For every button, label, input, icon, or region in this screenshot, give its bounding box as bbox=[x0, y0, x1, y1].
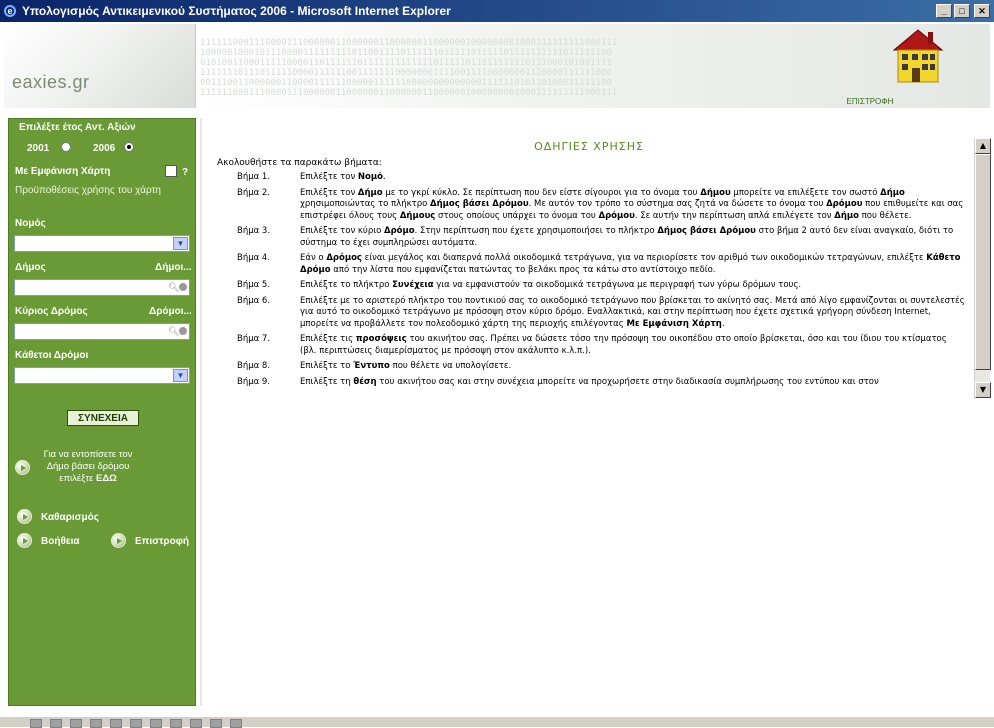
clear-button[interactable] bbox=[17, 509, 32, 524]
window-title: Υπολογισμός Αντικειμενικού Συστήματος 20… bbox=[22, 4, 451, 18]
chevron-down-icon[interactable]: ▼ bbox=[173, 369, 188, 382]
minimize-button[interactable]: _ bbox=[936, 4, 952, 18]
road-label: Κύριος Δρόμος bbox=[15, 306, 88, 317]
step-row: Βήμα 2. Επιλέξτε τον Δήμο με το γκρί κύκλ… bbox=[237, 188, 965, 223]
dimos-input[interactable]: 🔍︎ bbox=[14, 279, 190, 296]
step-text: Επιλέξτε το πλήκτρο Συνέχεια για να εμφα… bbox=[300, 280, 802, 290]
house-icon[interactable] bbox=[888, 26, 948, 86]
road-input[interactable]: 🔍︎ bbox=[14, 323, 190, 340]
step-text: Επιλέξτε τη θέση του ακινήτου σας και στ… bbox=[300, 376, 879, 387]
map-prereq-link[interactable]: Προϋποθέσεις χρήσης του χάρτη bbox=[15, 185, 161, 196]
cross-roads-select[interactable]: ▼ bbox=[14, 367, 190, 384]
help-label[interactable]: Βοήθεια bbox=[41, 536, 80, 547]
instructions-panel: ΟΔΗΓΙΕΣ ΧΡΗΣΗΣ Ακολουθήστε τα παρακάτω β… bbox=[200, 118, 991, 706]
locate-by-road-text: Για να εντοπίσετε τον Δήμο βάσει δρόμου … bbox=[33, 449, 143, 485]
search-sidebar: Επιλέξτε έτος Αντ. Αξιών 2001 2006 Με Εμ… bbox=[8, 118, 196, 706]
search-icon[interactable]: 🔍︎ bbox=[168, 326, 179, 336]
step-text: Επιλέξτε τον Νομό. bbox=[300, 172, 386, 182]
continue-button[interactable]: ΣΥΝΕΧΕΙΑ bbox=[67, 410, 139, 426]
close-button[interactable]: ✕ bbox=[974, 4, 990, 18]
year-2001-radio[interactable] bbox=[61, 142, 71, 152]
map-label: Με Εμφάνιση Χάρτη bbox=[15, 166, 111, 177]
step-row: Βήμα 1. Επιλέξτε τον Νομό. bbox=[237, 172, 965, 184]
instructions-scrollbar[interactable]: ▲ ▼ bbox=[974, 138, 991, 398]
windows-taskbar bbox=[0, 716, 994, 728]
road-list-link[interactable]: Δρόμοι... bbox=[149, 306, 192, 317]
dimos-list-link[interactable]: Δήμοι... bbox=[155, 262, 192, 273]
dimos-label: Δήμος bbox=[15, 262, 46, 273]
step-row: Βήμα 4. Εάν ο Δρόμος είναι μεγάλος και δι… bbox=[237, 253, 965, 276]
step-number: Βήμα 8. bbox=[237, 361, 271, 371]
year-label: Επιλέξτε έτος Αντ. Αξιών bbox=[19, 122, 136, 133]
maximize-button[interactable]: □ bbox=[954, 4, 970, 18]
return-button[interactable] bbox=[111, 533, 126, 548]
cross-roads-label: Κάθετοι Δρόμοι bbox=[15, 350, 89, 361]
map-help-link[interactable]: ? bbox=[182, 167, 188, 178]
help-button[interactable] bbox=[17, 533, 32, 548]
step-row: Βήμα 8. Επιλέξτε το Έντυπο που θέλετε να … bbox=[237, 361, 965, 373]
step-row: Βήμα 3. Επιλέξτε τον κύριο Δρόμο. Στην πε… bbox=[237, 226, 965, 249]
header-banner: 1111110001110000111000000110000001100000… bbox=[200, 24, 990, 108]
window-titlebar: e Υπολογισμός Αντικειμενικού Συστήματος … bbox=[0, 0, 994, 22]
nomos-select[interactable]: ▼ bbox=[14, 235, 190, 252]
step-text: Επιλέξτε τον Δήμο με το γκρί κύκλο. Σε π… bbox=[300, 187, 964, 221]
site-logo[interactable]: eaxies.gr bbox=[12, 72, 90, 93]
year-2001-label: 2001 bbox=[27, 143, 50, 154]
instructions-title: ΟΔΗΓΙΕΣ ΧΡΗΣΗΣ bbox=[534, 140, 644, 153]
gray-circle-button[interactable] bbox=[179, 327, 187, 335]
step-number: Βήμα 5. bbox=[237, 280, 271, 290]
step-text: Επιλέξτε με το αριστερό πλήκτρο του ποντ… bbox=[300, 295, 965, 329]
show-map-checkbox[interactable] bbox=[165, 165, 177, 177]
svg-text:e: e bbox=[7, 6, 12, 16]
ie-icon: e bbox=[2, 3, 18, 19]
step-number: Βήμα 9. bbox=[237, 376, 271, 387]
binary-decoration: 1111110001110000111000000110000001100000… bbox=[200, 38, 618, 98]
locate-by-road-button[interactable] bbox=[15, 460, 30, 475]
step-number: Βήμα 1. bbox=[237, 172, 271, 182]
step-number: Βήμα 2. bbox=[237, 187, 271, 198]
step-number: Βήμα 6. bbox=[237, 295, 271, 306]
gray-circle-button[interactable] bbox=[179, 283, 187, 291]
step-row: Βήμα 5. Επιλέξτε το πλήκτρο Συνέχεια για … bbox=[237, 280, 965, 292]
chevron-down-icon[interactable]: ▼ bbox=[173, 237, 188, 250]
locate-line-1: Για να εντοπίσετε τον bbox=[43, 449, 133, 460]
return-label[interactable]: Επιστροφή bbox=[135, 536, 189, 547]
scroll-down-button[interactable]: ▼ bbox=[975, 382, 991, 398]
logo-area: eaxies.gr bbox=[4, 24, 196, 108]
year-2006-radio[interactable] bbox=[124, 142, 134, 152]
search-icon[interactable]: 🔍︎ bbox=[168, 282, 179, 292]
locate-line-3: επιλέξτε bbox=[59, 473, 94, 484]
scroll-up-button[interactable]: ▲ bbox=[975, 138, 991, 154]
step-row: Βήμα 9. Επιλέξτε τη θέση του ακινήτου σας… bbox=[237, 377, 965, 389]
step-text: Επιλέξτε τις προσόψεις του ακινήτου σας.… bbox=[300, 334, 947, 356]
clear-label[interactable]: Καθαρισμός bbox=[41, 512, 99, 523]
year-2006-label: 2006 bbox=[93, 143, 116, 154]
scroll-thumb[interactable] bbox=[975, 154, 991, 370]
site-header: eaxies.gr 111111000111000011100000011000… bbox=[0, 22, 994, 132]
step-row: Βήμα 6. Επιλέξτε με το αριστερό πλήκτρο τ… bbox=[237, 296, 965, 331]
step-text: Επιλέξτε τον κύριο Δρόμο. Στην περίπτωση… bbox=[300, 226, 954, 248]
step-number: Βήμα 7. bbox=[237, 334, 271, 344]
instructions-intro: Ακολουθήστε τα παρακάτω βήματα: bbox=[217, 158, 382, 168]
step-text: Επιλέξτε το Έντυπο που θέλετε να υπολογί… bbox=[300, 361, 512, 371]
step-number: Βήμα 3. bbox=[237, 226, 271, 236]
step-number: Βήμα 4. bbox=[237, 253, 271, 263]
locate-here-link[interactable]: ΕΔΩ bbox=[96, 473, 117, 484]
nomos-label: Νομός bbox=[15, 218, 46, 229]
step-row: Βήμα 7. Επιλέξτε τις προσόψεις του ακινήτ… bbox=[237, 334, 965, 357]
locate-line-2: Δήμο βάσει δρόμου bbox=[46, 461, 130, 472]
step-text: Εάν ο Δρόμος είναι μεγάλος και διαπερνά … bbox=[300, 253, 961, 275]
steps-list: Βήμα 1. Επιλέξτε τον Νομό. Βήμα 2. Επιλέξτε… bbox=[237, 172, 965, 402]
header-return-link[interactable]: ΕΠΙΣΤΡΟΦΗ bbox=[840, 97, 900, 106]
